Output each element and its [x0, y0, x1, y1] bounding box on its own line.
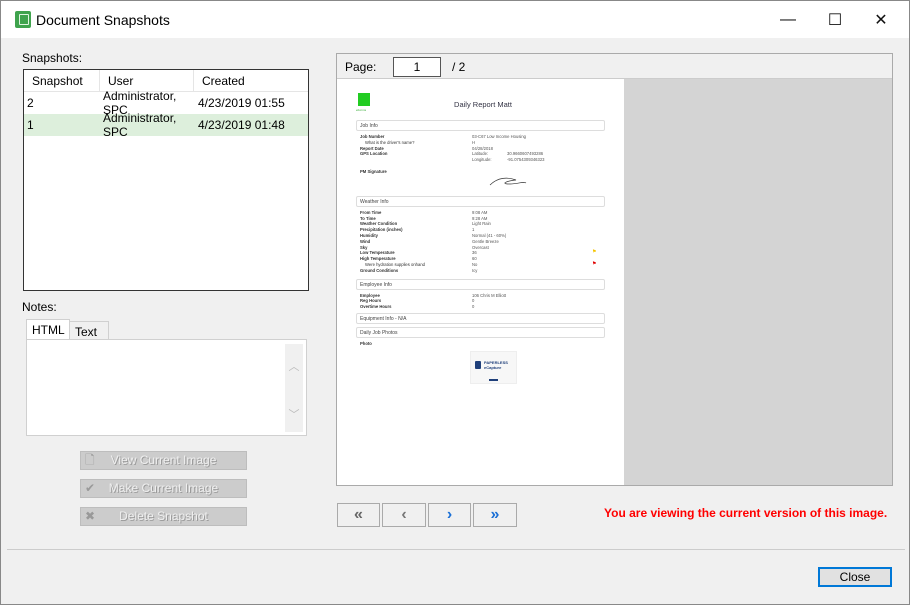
double-chevron-left-icon: « — [354, 506, 363, 523]
viewer-toolbar: Page: 1 / 2 — [337, 54, 892, 79]
cell-snapshot: 1 — [27, 118, 34, 132]
magnifier-page-icon: 🗋 — [85, 453, 95, 467]
title-bar: Document Snapshots — ☐ ✕ — [1, 1, 909, 38]
cell-user: Administrator, SPC — [103, 111, 177, 139]
column-snapshot[interactable]: Snapshot — [24, 70, 100, 91]
app-icon — [15, 11, 31, 28]
image-viewer: Page: 1 / 2 eForms Daily Report Matt Job… — [336, 53, 893, 486]
column-created[interactable]: Created — [194, 70, 308, 91]
first-page-button[interactable]: « — [337, 503, 380, 527]
scroll-up-icon[interactable]: ︿ — [285, 358, 303, 374]
checkmark-icon: ✔ — [85, 481, 96, 495]
doc-section-header: Job Info — [356, 120, 605, 131]
field-value-text: Icy — [472, 267, 478, 273]
snapshots-grid[interactable]: Snapshot User Created 2 Administrator, S… — [23, 69, 309, 291]
delete-label: Delete Snapshot — [119, 509, 208, 523]
document-page: eForms Daily Report Matt Job Info Job Num… — [337, 79, 624, 485]
make-label: Make Current Image — [108, 481, 219, 495]
last-page-button[interactable]: » — [473, 503, 517, 527]
field-label: Ground Conditions — [360, 267, 399, 273]
make-current-image-button[interactable]: ✔ Make Current Image — [80, 479, 247, 498]
tab-html[interactable]: HTML — [26, 319, 70, 339]
doc-field-row: Photo — [360, 341, 605, 347]
lock-icon — [475, 360, 481, 369]
column-user[interactable]: User — [100, 70, 194, 91]
signature-image — [360, 175, 605, 190]
document-snapshots-window: Document Snapshots — ☐ ✕ Snapshots: Snap… — [0, 0, 910, 605]
cell-snapshot: 2 — [27, 96, 34, 110]
doc-section-header: Equipment Info - N/A — [356, 312, 605, 324]
photo-thumbnail: PAPERLESS eCapture — [470, 350, 517, 384]
cell-created: 4/23/2019 01:48 — [198, 118, 285, 132]
close-window-button[interactable]: ✕ — [858, 1, 904, 38]
doc-section-header: Weather Info — [356, 195, 605, 207]
page-label: Page: — [345, 60, 377, 74]
doc-field-row: Ground Conditions Icy — [360, 268, 605, 274]
field-label: Overtime Hours — [360, 304, 392, 310]
field-value-text: Longitude: — [472, 157, 492, 163]
doc-field-row: PM Signature — [360, 169, 605, 175]
view-current-image-button[interactable]: 🗋 View Current Image — [80, 451, 247, 470]
photo-bar — [489, 378, 498, 381]
field-value-2: -91.0754309346323 — [507, 157, 545, 163]
flag-icon: ⚑ — [592, 249, 597, 256]
page-total: / 2 — [452, 60, 466, 74]
doc-field-row: Longitude: -91.0754309346323 — [360, 157, 605, 163]
delete-snapshot-button[interactable]: ✖ Delete Snapshot — [80, 507, 247, 526]
table-row-selected[interactable]: 1 Administrator, SPC 4/23/2019 01:48 — [24, 111, 308, 139]
field-label: Photo — [360, 340, 372, 346]
scroll-down-icon[interactable]: ﹀ — [285, 406, 303, 422]
flag-icon: ⚑ — [592, 260, 597, 267]
field-value — [472, 341, 592, 347]
next-page-button[interactable]: › — [428, 503, 471, 527]
notes-scrollbar[interactable]: ︿ ﹀ — [285, 344, 303, 432]
chevron-right-icon: › — [446, 506, 453, 523]
cell-created: 4/23/2019 01:55 — [198, 96, 285, 110]
current-version-message: You are viewing the current version of t… — [604, 506, 888, 520]
divider — [7, 549, 905, 550]
field-label: PM Signature — [360, 168, 387, 174]
previous-page-button[interactable]: ‹ — [382, 503, 426, 527]
page-input[interactable]: 1 — [393, 57, 441, 77]
window-title: Document Snapshots — [36, 12, 170, 28]
doc-section-header: Employee Info — [356, 278, 605, 290]
field-value-text: 0 — [472, 304, 475, 310]
field-value: Longitude: -91.0754309346323 — [472, 157, 592, 163]
snapshots-label: Snapshots: — [22, 51, 83, 65]
close-button[interactable]: Close — [818, 567, 892, 587]
tab-text[interactable]: Text — [69, 321, 109, 340]
doc-field-row: Overtime Hours 0 — [360, 304, 605, 310]
chevron-left-icon: ‹ — [401, 506, 407, 523]
double-chevron-right-icon: » — [490, 506, 500, 523]
field-label — [360, 157, 472, 163]
delete-x-icon: ✖ — [85, 509, 96, 523]
doc-section-header: Daily Job Photos — [356, 326, 605, 338]
field-value-2: 30.9660607493286 — [507, 151, 544, 157]
notes-label: Notes: — [22, 300, 57, 314]
doc-title: Daily Report Matt — [454, 100, 512, 109]
maximize-button[interactable]: ☐ — [812, 1, 858, 38]
field-value: Icy — [472, 268, 592, 274]
photo-text-2: eCapture — [484, 364, 502, 370]
view-label: View Current Image — [110, 453, 217, 467]
doc-body: Job Info Job Number 03-C67 Low Income Hous… — [356, 120, 605, 384]
field-value: 0 — [472, 304, 592, 310]
minimize-button[interactable]: — — [765, 1, 811, 38]
notes-editor[interactable]: ︿ ﹀ — [26, 339, 307, 436]
